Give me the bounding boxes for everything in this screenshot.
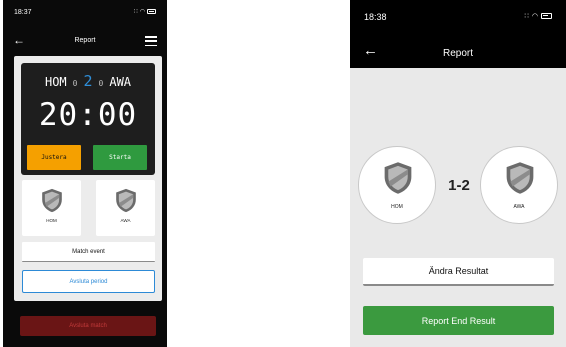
report-card: HOM 0 2 0 AWA 20:00 Justera Starta HOM A… xyxy=(14,56,162,301)
menu-icon[interactable] xyxy=(145,36,157,46)
header-area: 18:38 ∷ ◠ ← Report xyxy=(350,0,566,68)
home-team-code: HOM xyxy=(44,75,67,89)
home-team-label: HOM xyxy=(391,204,403,210)
away-team-circle[interactable]: AWA xyxy=(480,146,558,224)
score-line: HOM 0 2 0 AWA xyxy=(21,72,155,90)
shield-icon xyxy=(116,188,136,213)
home-team-circle[interactable]: HOM xyxy=(358,146,436,224)
left-phone-screen: 18:37 ∷ ◠ ← Report HOM 0 2 0 AWA 20:00 J… xyxy=(3,0,167,347)
match-clock: 20:00 xyxy=(38,97,138,133)
away-team-code: AWA xyxy=(109,75,132,89)
match-result: 1-2 xyxy=(448,177,470,194)
shield-icon xyxy=(384,162,412,194)
status-icons: ∷ ◠ xyxy=(134,8,156,15)
battery-icon xyxy=(147,9,156,14)
period-number: 2 xyxy=(83,72,93,90)
right-phone-screen: 18:38 ∷ ◠ ← Report HOM 1-2 AWA Ändra Res… xyxy=(350,0,566,347)
avsluta-match-button[interactable]: Avsluta match xyxy=(20,316,156,336)
nav-bar: ← Report xyxy=(350,40,566,64)
home-team-label: HOM xyxy=(46,218,57,223)
away-team-label: AWA xyxy=(120,218,131,223)
avsluta-period-button[interactable]: Avsluta period xyxy=(22,270,155,293)
page-title: Report xyxy=(74,37,96,44)
battery-icon xyxy=(541,13,552,19)
scoreboard: HOM 0 2 0 AWA 20:00 Justera Starta xyxy=(21,63,155,175)
signal-icon: ∷ xyxy=(524,13,529,20)
status-bar: 18:37 ∷ ◠ xyxy=(3,0,167,26)
away-team-label: AWA xyxy=(513,204,525,210)
status-bar: 18:38 ∷ ◠ xyxy=(350,0,566,30)
signal-icon: ∷ xyxy=(133,9,138,15)
shield-icon xyxy=(42,188,62,213)
shield-icon xyxy=(506,162,534,194)
page-title: Report xyxy=(442,48,473,59)
nav-bar: ← Report xyxy=(3,32,167,52)
wifi-icon: ◠ xyxy=(139,9,145,15)
wifi-icon: ◠ xyxy=(531,13,538,20)
andra-resultat-button[interactable]: Ändra Resultat xyxy=(363,258,554,286)
status-time: 18:38 xyxy=(364,12,387,22)
away-score: 0 xyxy=(98,79,104,88)
report-end-result-button[interactable]: Report End Result xyxy=(363,306,554,335)
home-score: 0 xyxy=(72,79,78,88)
starta-button[interactable]: Starta xyxy=(93,145,147,170)
justera-button[interactable]: Justera xyxy=(27,145,81,170)
away-team-card[interactable]: AWA xyxy=(96,180,155,236)
match-event-button[interactable]: Match event xyxy=(22,242,155,262)
home-team-card[interactable]: HOM xyxy=(22,180,81,236)
status-time: 18:37 xyxy=(14,9,32,16)
status-icons: ∷ ◠ xyxy=(524,12,552,20)
